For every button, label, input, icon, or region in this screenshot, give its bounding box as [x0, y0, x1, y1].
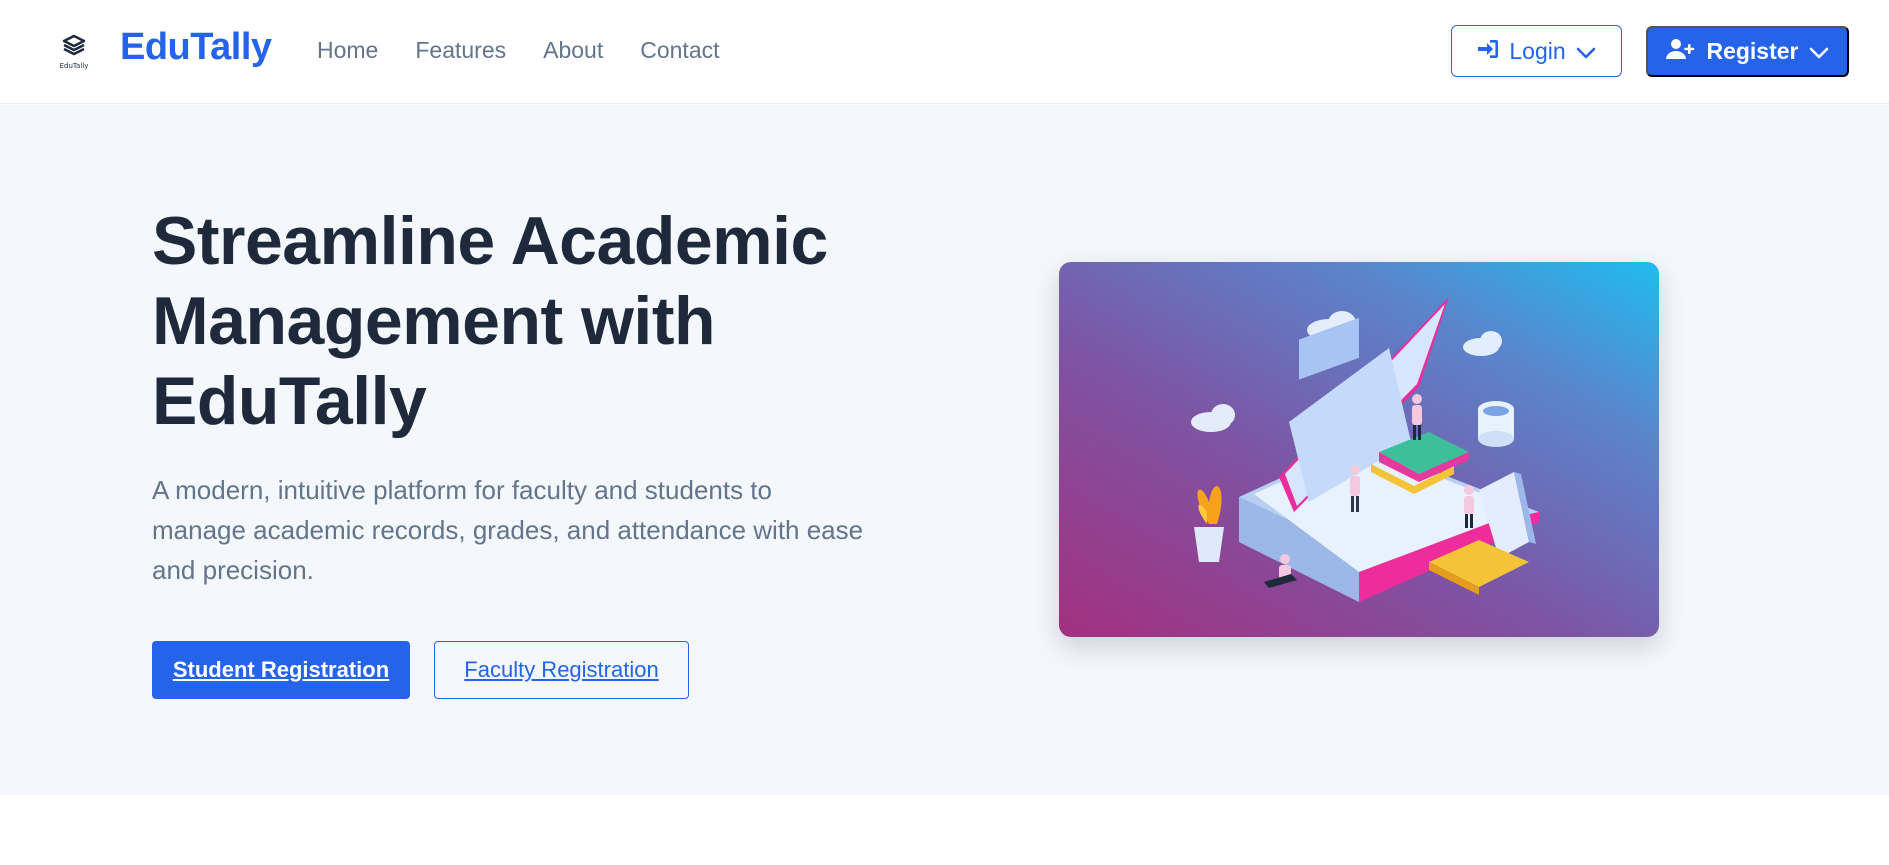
svg-text:EduTally: EduTally	[60, 62, 89, 70]
edutally-logo-icon[interactable]: EduTally	[52, 32, 96, 72]
chevron-down-icon	[1576, 38, 1596, 65]
hero-subtitle: A modern, intuitive platform for faculty…	[152, 475, 864, 585]
login-dropdown-button[interactable]: Login	[1451, 25, 1622, 77]
hero-illustration	[1059, 262, 1659, 637]
main-nav: Home Features About Contact	[317, 37, 720, 64]
user-plus-icon	[1666, 38, 1696, 66]
nav-link-features[interactable]: Features	[415, 37, 506, 64]
brand-name[interactable]: EduTally	[120, 26, 272, 69]
nav-link-about[interactable]: About	[543, 37, 603, 64]
hero-title: Streamline Academic Management with EduT…	[152, 203, 828, 439]
chevron-down-icon	[1809, 38, 1829, 65]
register-label: Register	[1706, 38, 1799, 64]
nav-link-home[interactable]: Home	[317, 37, 378, 64]
sign-in-icon	[1477, 38, 1499, 65]
faculty-registration-button[interactable]: Faculty Registration	[434, 641, 689, 699]
register-dropdown-button[interactable]: Register	[1646, 26, 1849, 77]
login-label: Login	[1509, 37, 1566, 64]
hero-section: Streamline Academic Management with EduT…	[0, 105, 1889, 795]
nav-link-contact[interactable]: Contact	[640, 37, 719, 64]
next-section	[0, 795, 1889, 865]
student-registration-button[interactable]: Student Registration	[152, 641, 410, 699]
navbar: EduTally EduTally Home Features About Co…	[0, 0, 1889, 104]
